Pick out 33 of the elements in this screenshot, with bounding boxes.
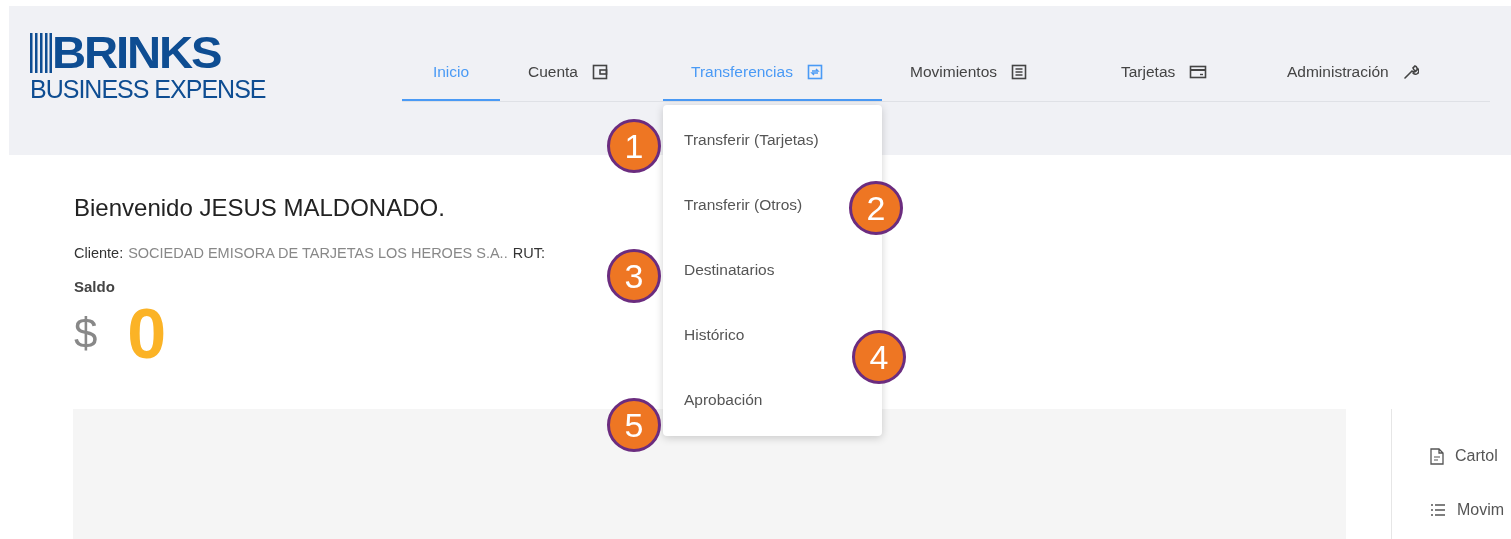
logo-tagline: BUSINESS EXPENSE: [30, 75, 267, 103]
menu-item[interactable]: Transferir (Otros): [684, 195, 803, 214]
client-label: Cliente:: [74, 245, 124, 261]
card-icon: [1189, 64, 1208, 80]
document-icon: [1430, 447, 1444, 465]
list-icon: [1011, 64, 1027, 80]
menu-item[interactable]: Aprobación: [684, 390, 763, 409]
wallet-icon: [592, 64, 608, 80]
nav-tab[interactable]: Movimientos: [882, 45, 1093, 101]
stripes-icon: [30, 33, 52, 73]
wrench-icon: [1402, 64, 1419, 80]
number-badge: 4: [852, 330, 906, 384]
number-badge: 3: [607, 249, 661, 303]
side-link[interactable]: Cartol: [1430, 447, 1505, 465]
transfer-icon: [806, 64, 823, 80]
balance-amount: 0: [127, 299, 167, 369]
number-badge: 5: [607, 398, 661, 452]
currency-symbol: $: [74, 310, 98, 358]
list-icon: [1430, 504, 1446, 516]
logo-name: BRINKS: [52, 32, 221, 74]
welcome-heading: Bienvenido JESUS MALDONADO.: [74, 194, 445, 222]
nav-tab[interactable]: Tarjetas: [1093, 45, 1259, 101]
client-name: SOCIEDAD EMISORA DE TARJETAS LOS HEROES S.A..: [128, 245, 508, 261]
menu-item[interactable]: Destinatarios: [684, 260, 775, 279]
number-badge: 1: [607, 119, 661, 173]
balance-label: Saldo: [74, 278, 116, 295]
rut-label: RUT:: [512, 245, 545, 261]
menu-item[interactable]: Transferir (Tarjetas): [684, 130, 819, 149]
number-badge: 2: [849, 181, 903, 235]
nav-tab[interactable]: Cuenta: [500, 45, 663, 101]
side-link[interactable]: Movim: [1430, 501, 1505, 519]
nav-tab[interactable]: Administración: [1259, 45, 1490, 101]
menu-item[interactable]: Histórico: [684, 325, 745, 344]
